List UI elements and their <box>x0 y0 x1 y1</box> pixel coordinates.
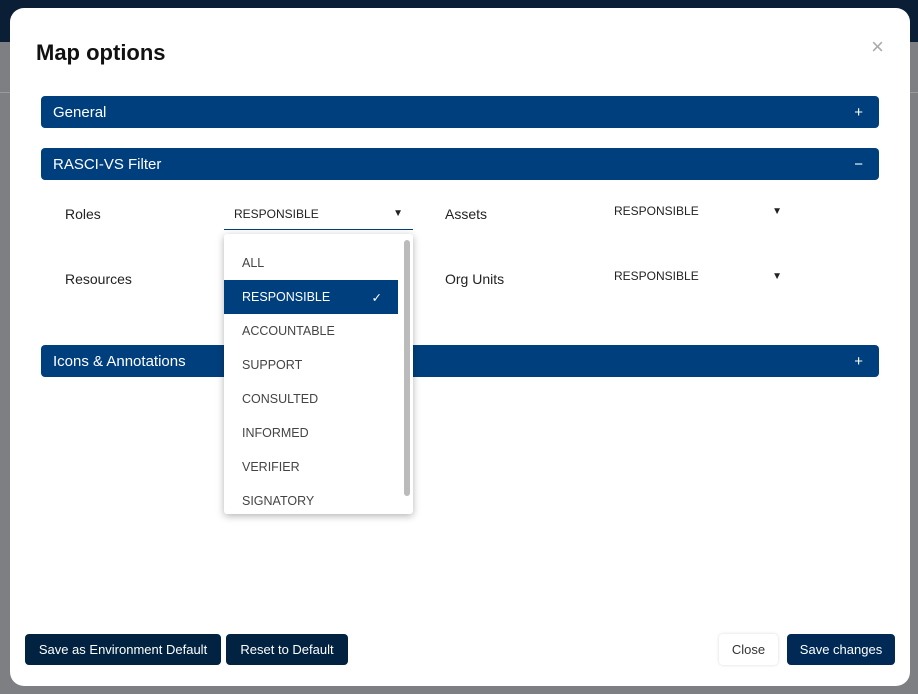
roles-select[interactable]: RESPONSIBLE ▼ <box>224 198 413 230</box>
assets-label: Assets <box>445 206 488 222</box>
reset-to-default-button[interactable]: Reset to Default <box>226 634 348 665</box>
roles-value: RESPONSIBLE <box>234 206 319 221</box>
option-accountable[interactable]: ACCOUNTABLE <box>224 314 398 348</box>
org-units-label: Org Units <box>445 271 505 287</box>
modal-title: Map options <box>36 40 166 65</box>
expand-icon: + <box>854 103 863 121</box>
assets-value: RESPONSIBLE <box>614 204 699 218</box>
option-support[interactable]: SUPPORT <box>224 348 398 382</box>
assets-select[interactable]: RESPONSIBLE ▼ <box>614 198 782 224</box>
dropdown-scrollbar[interactable] <box>404 240 410 496</box>
panel-rasci-vs-filter[interactable]: RASCI-VS Filter − <box>41 148 879 180</box>
save-environment-default-button[interactable]: Save as Environment Default <box>25 634 221 665</box>
resources-label: Resources <box>65 271 132 287</box>
option-signatory[interactable]: SIGNATORY <box>224 484 398 518</box>
expand-icon: + <box>854 352 863 370</box>
org-units-value: RESPONSIBLE <box>614 269 699 283</box>
panel-icons-annotations[interactable]: Icons & Annotations + <box>41 345 879 377</box>
option-verifier[interactable]: VERIFIER <box>224 450 398 484</box>
org-units-select[interactable]: RESPONSIBLE ▼ <box>614 263 782 289</box>
option-all[interactable]: ALL <box>224 246 398 280</box>
check-icon: ✓ <box>371 290 382 305</box>
roles-label: Roles <box>65 206 101 222</box>
caret-down-icon: ▼ <box>393 208 403 219</box>
map-options-modal: Map options × General + RASCI-VS Filter − … <box>10 8 910 686</box>
panel-label: RASCI-VS Filter <box>53 155 162 173</box>
close-button[interactable]: Close <box>719 634 778 665</box>
panel-label: Icons & Annotations <box>53 352 186 370</box>
collapse-icon: − <box>854 155 863 173</box>
option-informed[interactable]: INFORMED <box>224 416 398 450</box>
option-responsible[interactable]: RESPONSIBLE ✓ <box>224 280 398 314</box>
panel-label: General <box>53 103 107 121</box>
caret-down-icon: ▼ <box>772 270 782 282</box>
panel-general[interactable]: General + <box>41 96 879 128</box>
option-consulted[interactable]: CONSULTED <box>224 382 398 416</box>
save-changes-button[interactable]: Save changes <box>787 634 895 665</box>
roles-dropdown-menu: ALL RESPONSIBLE ✓ ACCOUNTABLE SUPPORT CON… <box>224 234 413 514</box>
caret-down-icon: ▼ <box>772 205 782 217</box>
close-icon[interactable]: × <box>871 34 884 60</box>
